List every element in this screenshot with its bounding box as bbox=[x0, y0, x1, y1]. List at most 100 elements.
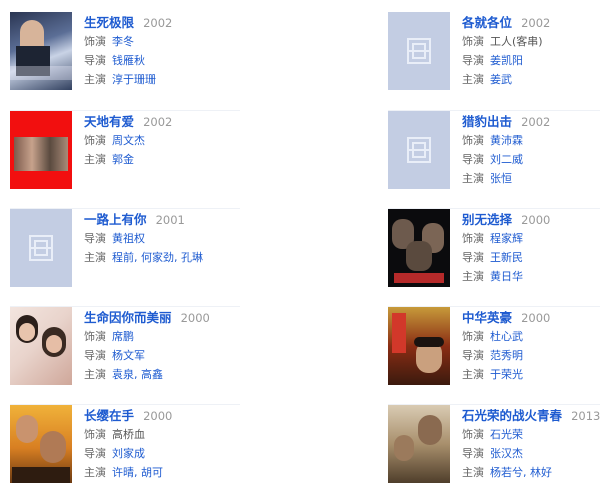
credit-value[interactable]: 张恒 bbox=[490, 172, 512, 185]
credit-row: 导演 钱雁秋 bbox=[84, 51, 240, 70]
credit-row: 主演 袁泉, 高鑫 bbox=[84, 365, 240, 384]
credit-value[interactable]: 周文杰 bbox=[112, 134, 145, 147]
movie-title[interactable]: 石光荣的战火青春 bbox=[462, 408, 562, 423]
movie-year: 2000 bbox=[180, 311, 210, 325]
credit-label: 导演 bbox=[84, 232, 106, 245]
credit-value[interactable]: 石光荣 bbox=[490, 428, 523, 441]
movie-year: 2000 bbox=[521, 311, 551, 325]
movie-poster[interactable] bbox=[388, 209, 450, 287]
movie-card: 中华英豪 2000 饰演 杜心武 导演 范秀明 主演 于荣光 bbox=[388, 306, 600, 403]
movie-title[interactable]: 一路上有你 bbox=[84, 212, 147, 227]
movie-poster[interactable] bbox=[10, 12, 72, 90]
movie-year: 2002 bbox=[143, 16, 173, 30]
movie-poster[interactable] bbox=[10, 405, 72, 483]
movie-card: 生死极限 2002 饰演 李冬 导演 钱雁秋 主演 淳于珊珊 bbox=[10, 12, 240, 108]
credit-label: 导演 bbox=[84, 349, 106, 362]
credit-row: 饰演 李冬 bbox=[84, 32, 240, 51]
poster-placeholder[interactable] bbox=[388, 12, 450, 90]
credit-value[interactable]: 郭金 bbox=[112, 153, 134, 166]
credit-label: 主演 bbox=[84, 251, 106, 264]
credit-value: 高桥血 bbox=[112, 428, 145, 441]
credit-row: 饰演 周文杰 bbox=[84, 131, 240, 150]
movie-year: 2002 bbox=[521, 115, 551, 129]
credit-label: 主演 bbox=[462, 73, 484, 86]
credit-value[interactable]: 杨若兮, 林好 bbox=[490, 466, 552, 479]
credit-value[interactable]: 刘二威 bbox=[490, 153, 523, 166]
movie-title[interactable]: 生死极限 bbox=[84, 15, 134, 30]
credit-value[interactable]: 范秀明 bbox=[490, 349, 523, 362]
credit-value[interactable]: 姜凯阳 bbox=[490, 54, 523, 67]
credit-label: 饰演 bbox=[84, 35, 106, 48]
credit-row: 饰演 石光荣 bbox=[462, 425, 600, 444]
credit-label: 饰演 bbox=[84, 330, 106, 343]
movie-poster[interactable] bbox=[10, 111, 72, 189]
credit-label: 导演 bbox=[84, 54, 106, 67]
movie-title[interactable]: 中华英豪 bbox=[462, 310, 512, 325]
movie-title[interactable]: 长缨在手 bbox=[84, 408, 134, 423]
credit-value[interactable]: 张汉杰 bbox=[490, 447, 523, 460]
credit-label: 导演 bbox=[462, 54, 484, 67]
movie-card: 猎豹出击 2002 饰演 黄沛霖 导演 刘二威 主演 张恒 bbox=[388, 110, 600, 207]
credit-label: 主演 bbox=[84, 153, 106, 166]
movie-year: 2001 bbox=[155, 213, 185, 227]
movie-year: 2000 bbox=[521, 213, 551, 227]
credit-row: 饰演 席鹏 bbox=[84, 327, 240, 346]
credit-value[interactable]: 王新民 bbox=[490, 251, 523, 264]
credit-value[interactable]: 席鹏 bbox=[112, 330, 134, 343]
credit-row: 导演 刘家成 bbox=[84, 444, 240, 463]
movie-title[interactable]: 各就各位 bbox=[462, 15, 512, 30]
movie-year: 2002 bbox=[143, 115, 173, 129]
movie-title[interactable]: 猎豹出击 bbox=[462, 114, 512, 129]
credit-value[interactable]: 程家辉 bbox=[490, 232, 523, 245]
movie-title[interactable]: 生命因你而美丽 bbox=[84, 310, 172, 325]
credit-value[interactable]: 黄沛霖 bbox=[490, 134, 523, 147]
movie-title[interactable]: 别无选择 bbox=[462, 212, 512, 227]
film-icon bbox=[407, 137, 431, 163]
credit-label: 饰演 bbox=[84, 134, 106, 147]
credit-row: 导演 杨文军 bbox=[84, 346, 240, 365]
credit-value[interactable]: 黄日华 bbox=[490, 270, 523, 283]
credit-row: 主演 姜武 bbox=[462, 70, 600, 89]
credit-row: 导演 刘二威 bbox=[462, 150, 600, 169]
movie-card: 石光荣的战火青春 2013 饰演 石光荣 导演 张汉杰 主演 杨若兮, 林好 bbox=[388, 404, 600, 501]
credit-row: 导演 张汉杰 bbox=[462, 444, 600, 463]
movie-poster[interactable] bbox=[388, 405, 450, 483]
credit-value[interactable]: 刘家成 bbox=[112, 447, 145, 460]
credit-value[interactable]: 李冬 bbox=[112, 35, 134, 48]
credit-label: 饰演 bbox=[462, 35, 484, 48]
credit-label: 主演 bbox=[462, 172, 484, 185]
credit-row: 主演 许晴, 胡可 bbox=[84, 463, 240, 482]
credit-value[interactable]: 淳于珊珊 bbox=[112, 73, 156, 86]
credit-label: 主演 bbox=[462, 270, 484, 283]
credit-value[interactable]: 黄祖权 bbox=[112, 232, 145, 245]
credit-label: 主演 bbox=[84, 466, 106, 479]
credit-value[interactable]: 于荣光 bbox=[490, 368, 523, 381]
credit-value[interactable]: 杨文军 bbox=[112, 349, 145, 362]
movie-card: 天地有爱 2002 饰演 周文杰 主演 郭金 bbox=[10, 110, 240, 207]
movie-poster[interactable] bbox=[10, 307, 72, 385]
credit-value[interactable]: 姜武 bbox=[490, 73, 512, 86]
credit-row: 主演 程前, 何家劲, 孔琳 bbox=[84, 248, 240, 267]
credit-label: 饰演 bbox=[462, 134, 484, 147]
credit-label: 主演 bbox=[84, 368, 106, 381]
credit-row: 饰演 程家辉 bbox=[462, 229, 600, 248]
movie-card: 生命因你而美丽 2000 饰演 席鹏 导演 杨文军 主演 袁泉, 高鑫 bbox=[10, 306, 240, 403]
movie-title[interactable]: 天地有爱 bbox=[84, 114, 134, 129]
credit-value[interactable]: 袁泉, 高鑫 bbox=[112, 368, 163, 381]
credit-row: 导演 黄祖权 bbox=[84, 229, 240, 248]
movie-card: 长缨在手 2000 饰演 高桥血 导演 刘家成 主演 许晴, 胡可 bbox=[10, 404, 240, 501]
credit-value[interactable]: 杜心武 bbox=[490, 330, 523, 343]
credit-row: 饰演 工人(客串) bbox=[462, 32, 600, 51]
poster-placeholder[interactable] bbox=[10, 209, 72, 287]
credit-row: 主演 杨若兮, 林好 bbox=[462, 463, 600, 482]
credit-label: 饰演 bbox=[462, 428, 484, 441]
credit-value[interactable]: 钱雁秋 bbox=[112, 54, 145, 67]
movie-poster[interactable] bbox=[388, 307, 450, 385]
credit-row: 导演 王新民 bbox=[462, 248, 600, 267]
movie-year: 2000 bbox=[143, 409, 173, 423]
credit-value[interactable]: 程前, 何家劲, 孔琳 bbox=[112, 251, 203, 264]
credit-value[interactable]: 许晴, 胡可 bbox=[112, 466, 163, 479]
movie-card: 别无选择 2000 饰演 程家辉 导演 王新民 主演 黄日华 bbox=[388, 208, 600, 305]
poster-placeholder[interactable] bbox=[388, 111, 450, 189]
film-icon bbox=[407, 38, 431, 64]
